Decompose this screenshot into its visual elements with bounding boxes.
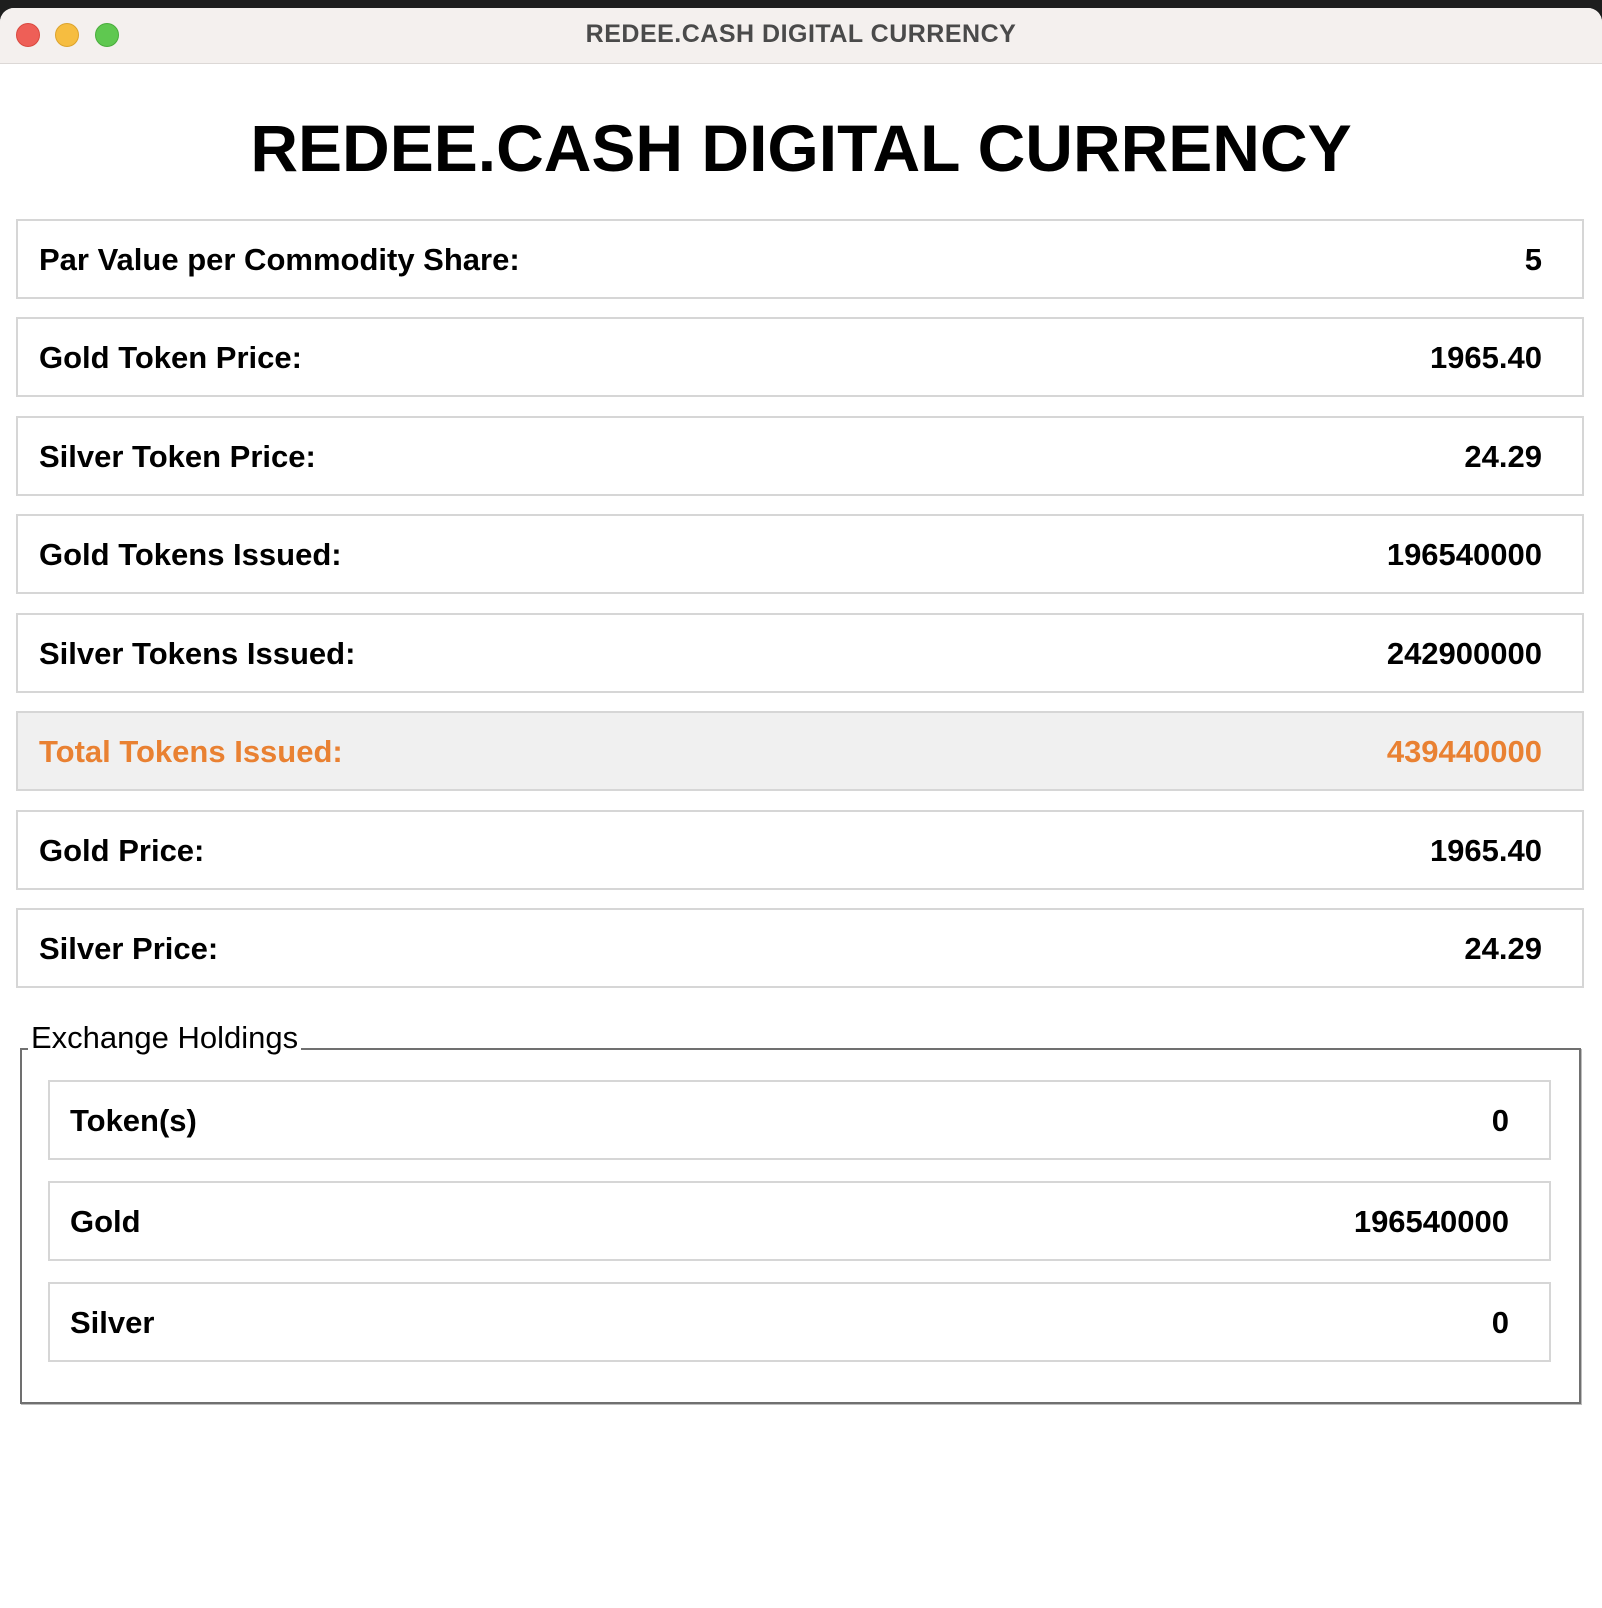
- par-value-value: 5: [1524, 242, 1542, 277]
- silver-tokens-issued-value: 242900000: [1386, 636, 1542, 671]
- total-tokens-issued-value: 439440000: [1386, 734, 1542, 769]
- gold-tokens-issued-row: Gold Tokens Issued: 196540000: [16, 514, 1584, 594]
- window-title: REDEE.CASH DIGITAL CURRENCY: [585, 20, 1017, 48]
- total-tokens-issued-label: Total Tokens Issued:: [39, 734, 343, 769]
- holdings-tokens-row: Token(s) 0: [48, 1080, 1551, 1160]
- holdings-silver-row: Silver 0: [48, 1282, 1551, 1362]
- silver-tokens-issued-label: Silver Tokens Issued:: [39, 636, 356, 671]
- page-title: REDEE.CASH DIGITAL CURRENCY: [250, 111, 1352, 185]
- silver-token-price-label: Silver Token Price:: [39, 439, 316, 474]
- silver-token-price-value: 24.29: [1464, 439, 1542, 474]
- exchange-holdings-title: Exchange Holdings: [28, 1020, 302, 1056]
- holdings-tokens-label: Token(s): [70, 1103, 197, 1138]
- gold-token-price-row: Gold Token Price: 1965.40: [16, 317, 1584, 397]
- app-window: REDEE.CASH DIGITAL CURRENCY REDEE.CASH D…: [0, 8, 1602, 1608]
- total-tokens-issued-row: Total Tokens Issued: 439440000: [16, 711, 1584, 791]
- holdings-silver-value: 0: [1491, 1305, 1509, 1340]
- gold-token-price-value: 1965.40: [1429, 340, 1542, 375]
- gold-price-row: Gold Price: 1965.40: [16, 810, 1584, 890]
- silver-token-price-row: Silver Token Price: 24.29: [16, 416, 1584, 496]
- gold-tokens-issued-label: Gold Tokens Issued:: [39, 537, 342, 572]
- gold-price-value: 1965.40: [1429, 833, 1542, 868]
- holdings-gold-value: 196540000: [1353, 1204, 1509, 1239]
- silver-tokens-issued-row: Silver Tokens Issued: 242900000: [16, 613, 1584, 693]
- holdings-gold-label: Gold: [70, 1204, 141, 1239]
- title-bar: REDEE.CASH DIGITAL CURRENCY: [0, 8, 1602, 64]
- silver-price-value: 24.29: [1464, 931, 1542, 966]
- silver-price-label: Silver Price:: [39, 931, 219, 966]
- gold-tokens-issued-value: 196540000: [1386, 537, 1542, 572]
- holdings-silver-label: Silver: [70, 1305, 155, 1340]
- par-value-label: Par Value per Commodity Share:: [39, 242, 520, 277]
- gold-price-label: Gold Price:: [39, 833, 205, 868]
- holdings-tokens-value: 0: [1491, 1103, 1509, 1138]
- silver-price-row: Silver Price: 24.29: [16, 908, 1584, 988]
- gold-token-price-label: Gold Token Price:: [39, 340, 302, 375]
- holdings-gold-row: Gold 196540000: [48, 1181, 1551, 1261]
- par-value-row: Par Value per Commodity Share: 5: [16, 219, 1584, 299]
